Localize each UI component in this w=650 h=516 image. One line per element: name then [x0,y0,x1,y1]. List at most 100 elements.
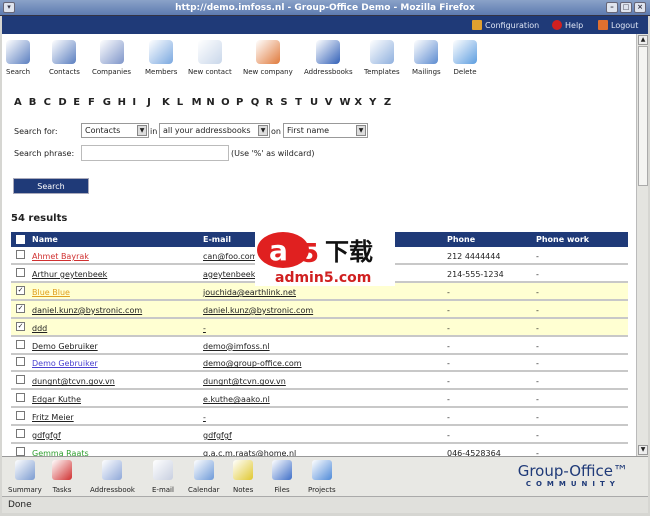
contact-email-link[interactable]: gdfgfgf [203,431,232,440]
letter-t[interactable]: T [295,97,310,108]
letter-l[interactable]: L [177,97,192,108]
search-field-select[interactable]: First name ▼ [283,123,368,138]
addressbook-select[interactable]: all your addressbooks ▼ [159,123,270,138]
row-checkbox[interactable] [16,250,25,259]
letter-e[interactable]: E [73,97,88,108]
contact-email-link[interactable]: jouchida@earthlink.net [203,288,296,297]
scrollbar-thumb[interactable] [638,46,648,186]
toolbar-mailings-button[interactable]: Mailings [412,40,441,76]
row-checkbox[interactable] [16,393,25,403]
select-all-checkbox[interactable] [16,235,25,244]
module-addressbook[interactable]: Addressbook [90,460,135,494]
column-phone-work[interactable]: Phone work [536,235,589,244]
toolbar-new-company-button[interactable]: New company [243,40,293,76]
toolbar-addressbooks-button[interactable]: Addressbooks [304,40,353,76]
letter-j[interactable]: J [147,97,162,108]
row-checkbox[interactable]: ✓ [16,303,25,313]
contact-name-link[interactable]: dungnt@tcvn.gov.vn [32,377,115,386]
contact-name-link[interactable]: Fritz Meier [32,413,74,422]
row-checkbox[interactable] [16,429,25,438]
module-files[interactable]: Files [272,460,292,494]
letter-c[interactable]: C [44,97,59,108]
column-email[interactable]: E-mail [203,235,231,244]
letter-g[interactable]: G [103,97,118,108]
letter-n[interactable]: N [206,97,221,108]
letter-i[interactable]: I [132,97,147,108]
toolbar-companies-button[interactable]: Companies [92,40,131,76]
search-button[interactable]: Search [13,178,89,194]
contact-name-link[interactable]: Arthur geytenbeek [32,270,107,279]
table-row[interactable]: dungnt@tcvn.gov.vn dungnt@tcvn.gov.vn - … [11,372,628,391]
toolbar-contacts-button[interactable]: Contacts [49,40,80,76]
contact-name-link[interactable]: ddd [32,324,47,333]
letter-b[interactable]: B [29,97,44,108]
row-checkbox[interactable] [16,267,25,277]
toolbar-delete-button[interactable]: Delete [453,40,477,76]
contact-email-link[interactable]: demo@imfoss.nl [203,342,270,351]
search-type-select[interactable]: Contacts ▼ [81,123,149,138]
scroll-down-icon[interactable]: ▼ [638,445,648,455]
maximize-button[interactable]: □ [620,2,632,13]
letter-f[interactable]: F [88,97,103,108]
contact-name-link[interactable]: Blue Blue [32,288,70,297]
table-row[interactable]: Fritz Meier - - - [11,408,628,427]
contact-email-link[interactable]: dungnt@tcvn.gov.vn [203,377,286,386]
row-checkbox[interactable] [16,339,25,349]
window-menu-button[interactable]: ▾ [3,2,15,13]
module-calendar[interactable]: Calendar [188,460,219,494]
contact-name-link[interactable]: Demo Gebruiker [32,342,98,351]
contact-name-link[interactable]: daniel.kunz@bystronic.com [32,306,142,315]
close-button[interactable]: × [634,2,646,13]
contact-name-link[interactable]: gdfgfgf [32,431,61,440]
contact-email-link[interactable]: g.a.c.m.raats@home.nl [203,449,296,456]
contact-email-link[interactable]: - [203,324,206,333]
contact-email-link[interactable]: can@foo.com [203,252,257,261]
help-link[interactable]: Help [552,20,583,30]
contact-email-link[interactable]: demo@group-office.com [203,359,302,368]
letter-r[interactable]: R [266,97,281,108]
letter-m[interactable]: M [192,97,207,108]
row-checkbox[interactable] [16,411,25,421]
letter-v[interactable]: V [325,97,340,108]
row-checkbox[interactable] [16,357,25,367]
search-phrase-input[interactable] [81,145,229,161]
module-email[interactable]: E-mail [152,460,174,494]
module-summary[interactable]: Summary [8,460,42,494]
module-notes[interactable]: Notes [233,460,253,494]
letter-p[interactable]: P [236,97,251,108]
contact-name-link[interactable]: Demo Gebruiker [32,359,98,368]
toolbar-templates-button[interactable]: Templates [364,40,400,76]
module-projects[interactable]: Projects [308,460,336,494]
table-row[interactable]: Demo Gebruiker demo@group-office.com - - [11,354,628,373]
letter-s[interactable]: S [280,97,295,108]
logout-link[interactable]: Logout [598,20,638,30]
letter-q[interactable]: Q [251,97,266,108]
letter-k[interactable]: K [162,97,177,108]
letter-z[interactable]: Z [384,97,399,108]
letter-d[interactable]: D [58,97,73,108]
toolbar-new-contact-button[interactable]: New contact [188,40,232,76]
vertical-scrollbar[interactable]: ▲ ▼ [636,34,648,456]
table-row[interactable]: gdfgfgf gdfgfgf - - [11,426,628,444]
minimize-button[interactable]: – [606,2,618,13]
letter-a[interactable]: A [14,97,29,108]
table-row[interactable]: Edgar Kuthe e.kuthe@aako.nl - - [11,390,628,409]
contact-name-link[interactable]: Edgar Kuthe [32,395,81,404]
letter-y[interactable]: Y [369,97,384,108]
letter-o[interactable]: O [221,97,236,108]
letter-h[interactable]: H [118,97,133,108]
row-checkbox[interactable]: ✓ [16,321,25,331]
table-row[interactable]: Gemma Raats g.a.c.m.raats@home.nl 046-45… [11,444,628,456]
module-tasks[interactable]: Tasks [52,460,72,494]
contact-email-link[interactable]: daniel.kunz@bystronic.com [203,306,313,315]
table-row[interactable]: ✓ daniel.kunz@bystronic.com daniel.kunz@… [11,300,628,319]
letter-u[interactable]: U [310,97,325,108]
toolbar-search-button[interactable]: Search [6,40,30,76]
column-name[interactable]: Name [32,235,58,244]
contact-email-link[interactable]: ageytenbeek [203,270,255,279]
letter-w[interactable]: W [340,97,355,108]
row-checkbox[interactable] [16,375,25,385]
row-checkbox[interactable] [16,446,25,456]
table-row[interactable]: ✓ ddd - - - [11,318,628,337]
contact-name-link[interactable]: Gemma Raats [32,449,89,456]
